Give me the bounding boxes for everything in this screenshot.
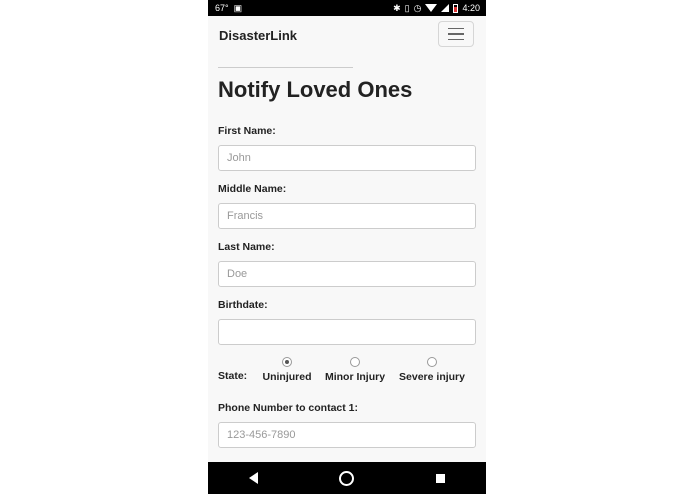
android-nav-bar <box>208 462 486 494</box>
hamburger-line <box>448 27 464 30</box>
state-option-label: Severe injury <box>399 371 465 383</box>
state-option-severe-injury[interactable]: Severe injury <box>399 357 465 383</box>
birthdate-input[interactable] <box>218 319 476 345</box>
phone-screen: 67° ▣ ✱ ▯ ◷ 4:20 DisasterLink Notify Lov… <box>208 0 486 494</box>
middle-name-label: Middle Name: <box>218 183 287 195</box>
state-radio-severe-injury[interactable] <box>427 357 437 367</box>
recent-apps-icon[interactable] <box>436 473 446 483</box>
state-radio-uninjured[interactable] <box>282 357 292 367</box>
signal-icon <box>441 4 450 12</box>
middle-name-input[interactable] <box>218 203 476 229</box>
state-radio-minor-injury[interactable] <box>350 357 360 367</box>
brand-logo[interactable]: DisasterLink <box>219 28 297 43</box>
state-option-minor-injury[interactable]: Minor Injury <box>325 357 385 383</box>
first-name-label: First Name: <box>218 125 276 137</box>
divider <box>218 67 353 68</box>
phone-input[interactable] <box>218 422 476 448</box>
alarm-icon: ◷ <box>413 2 422 13</box>
home-icon[interactable] <box>339 470 355 486</box>
state-option-label: Uninjured <box>262 371 312 383</box>
phone-label: Phone Number to contact 1: <box>218 402 359 414</box>
clock: 4:20 <box>462 3 480 13</box>
top-navbar: DisasterLink <box>208 16 486 56</box>
page-title: Notify Loved Ones <box>218 77 413 102</box>
temperature-readout: 67° <box>215 3 229 13</box>
menu-toggle-button[interactable] <box>438 21 474 47</box>
birthdate-label: Birthdate: <box>218 299 268 311</box>
state-label: State: <box>218 370 248 382</box>
last-name-label: Last Name: <box>218 241 275 253</box>
state-option-uninjured[interactable]: Uninjured <box>262 357 312 383</box>
hamburger-line <box>448 33 464 35</box>
battery-icon <box>453 3 459 13</box>
state-option-label: Minor Injury <box>324 371 386 383</box>
hamburger-line <box>448 38 464 41</box>
back-icon[interactable] <box>248 472 258 484</box>
vibrate-icon: ▯ <box>404 2 410 13</box>
bluetooth-icon: ✱ <box>393 2 401 13</box>
first-name-input[interactable] <box>218 145 476 171</box>
image-icon: ▣ <box>233 2 243 13</box>
last-name-input[interactable] <box>218 261 476 287</box>
status-bar: 67° ▣ ✱ ▯ ◷ 4:20 <box>208 0 486 16</box>
wifi-icon <box>425 4 438 12</box>
